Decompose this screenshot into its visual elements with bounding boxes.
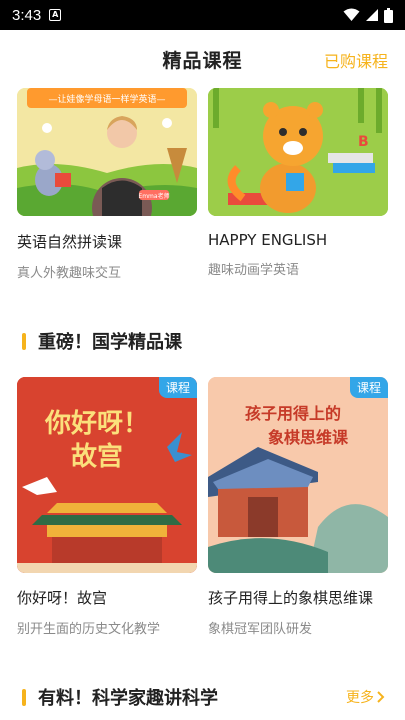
course-subtitle: 真人外教趣味交互 [17, 266, 122, 281]
course-thumbnail-phonics: —让娃像学母语一样学英语— Emma老师 [17, 88, 197, 216]
chess-poster-line2: 象棋思维课 [268, 428, 349, 447]
wifi-icon [343, 8, 360, 21]
section-header-guoxue: 重磅！国学精品课 [0, 326, 405, 356]
course-subtitle: 别开生面的历史文化教学 [17, 622, 161, 637]
more-label: 更多 [346, 690, 374, 706]
gugong-poster-line2: 故宫 [71, 441, 123, 472]
course-thumbnail-happy-english: B [208, 88, 388, 216]
gugong-poster: 你好呀！ 故宫 [17, 377, 197, 573]
phonics-illustration: —让娃像学母语一样学英语— Emma老师 [17, 88, 197, 216]
gugong-poster-line1: 你好呀！ [44, 409, 149, 439]
section-title: 重磅！国学精品课 [38, 332, 182, 353]
course-card-happy-english[interactable]: B HAPPY ENGLISH 趣味动画学英语 [208, 88, 388, 278]
section-title: 有料！科学家趣讲科学 [38, 688, 218, 709]
chess-poster: 孩子用得上的 象棋思维课 [208, 377, 388, 573]
beaver-illustration: B [208, 88, 388, 216]
chevron-right-icon [377, 691, 385, 703]
course-title: HAPPY ENGLISH [208, 231, 328, 249]
svg-text:B: B [358, 134, 369, 150]
purchased-courses-link[interactable]: 已购课程 [324, 48, 388, 72]
course-subtitle: 趣味动画学英语 [208, 263, 300, 278]
teacher-tag: Emma老师 [138, 192, 169, 200]
chess-poster-line1: 孩子用得上的 [245, 404, 341, 423]
page-header: 精品课程 已购课程 [0, 30, 405, 88]
course-tag: 课程 [158, 377, 197, 398]
section-accent-bar [22, 688, 26, 706]
course-tag: 课程 [349, 377, 388, 398]
phonics-banner-text: —让娃像学母语一样学英语— [48, 93, 165, 105]
course-title: 你好呀！故宫 [17, 589, 108, 607]
course-card-gugong[interactable]: 你好呀！ 故宫 课程 你好呀！故宫 别开生面的历史文化教学 [17, 377, 197, 637]
section-header-science: 有料！科学家趣讲科学 更多 [0, 682, 405, 712]
status-bar: 3:43 A [0, 0, 405, 30]
more-link[interactable]: 更多 [346, 687, 385, 707]
course-subtitle: 象棋冠军团队研发 [208, 622, 313, 637]
battery-icon [384, 7, 393, 23]
course-thumbnail-gugong: 你好呀！ 故宫 课程 [17, 377, 197, 573]
course-thumbnail-chess: 孩子用得上的 象棋思维课 课程 [208, 377, 388, 573]
course-list[interactable]: —让娃像学母语一样学英语— Emma老师 英语自然拼读课 真人外教趣味交互 B … [0, 88, 405, 720]
course-title: 孩子用得上的象棋思维课 [208, 589, 374, 607]
course-card-chess[interactable]: 孩子用得上的 象棋思维课 课程 孩子用得上的象棋思维课 象棋冠军团队研发 [208, 377, 388, 637]
section-accent-bar [22, 332, 26, 350]
course-title: 英语自然拼读课 [17, 233, 123, 251]
course-card-phonics[interactable]: —让娃像学母语一样学英语— Emma老师 英语自然拼读课 真人外教趣味交互 [17, 88, 197, 281]
status-time: 3:43 [12, 6, 42, 24]
signal-icon [366, 9, 378, 21]
notification-icon: A [49, 9, 62, 21]
page-title: 精品课程 [162, 49, 243, 72]
